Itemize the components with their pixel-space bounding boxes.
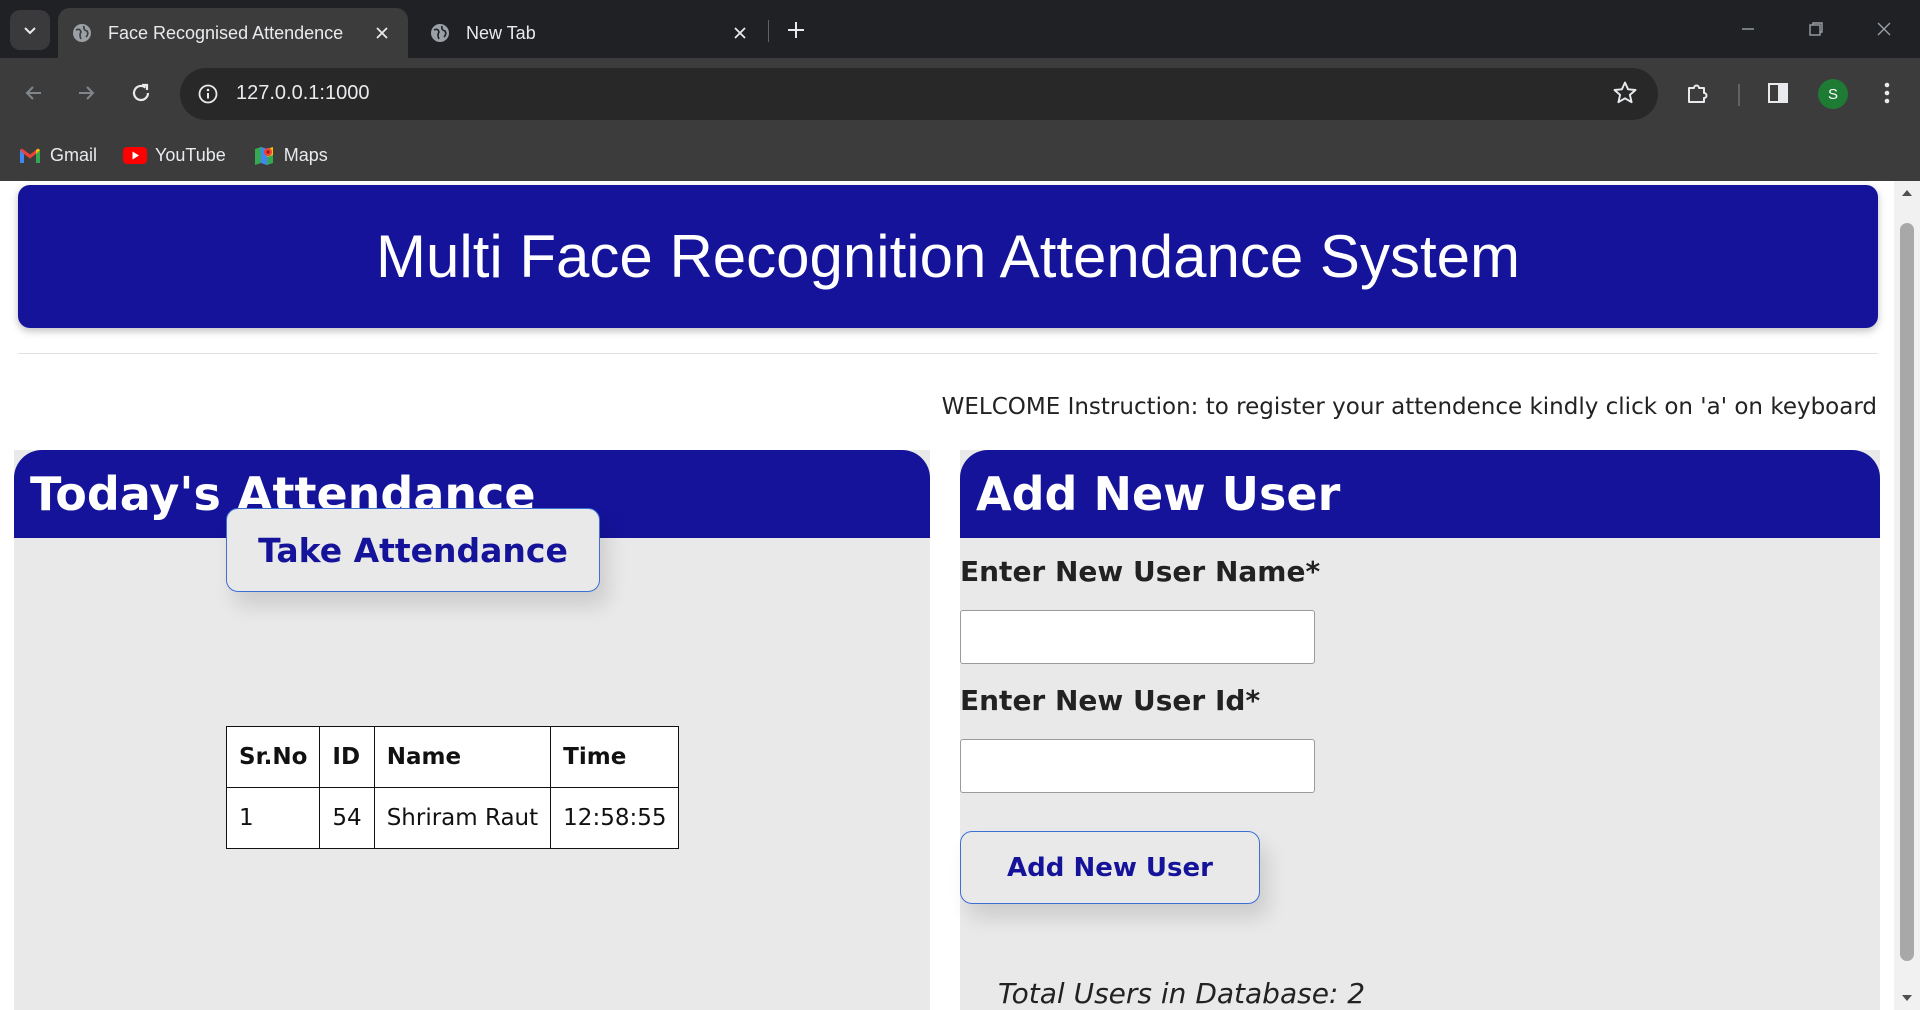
arrow-right-icon (79, 86, 95, 100)
close-tab-icon[interactable] (370, 21, 394, 45)
cell-time: 12:58:55 (550, 787, 680, 849)
scrollbar-thumb[interactable] (1900, 223, 1914, 961)
cell-id: 54 (319, 787, 375, 849)
bookmark-label: Gmail (50, 145, 98, 165)
browser-toolbar: 127.0.0.1:1000 S (0, 58, 1920, 130)
attendance-table: Sr.No ID Name Time 1 54 Shriram Raut 12:… (225, 726, 680, 849)
tab-title: Face Recognised Attendence (108, 22, 344, 43)
add-new-user-button[interactable]: Add New User (960, 831, 1260, 904)
divider (18, 353, 1878, 354)
profile-avatar[interactable]: S (1818, 79, 1848, 109)
tab-search-button[interactable] (10, 10, 50, 50)
site-info-icon[interactable] (192, 78, 224, 110)
column-header: Sr.No (225, 726, 321, 788)
forward-button[interactable] (68, 75, 104, 111)
arrow-left-icon (25, 86, 41, 100)
tab-strip: Face Recognised Attendence New Tab (0, 0, 1920, 58)
chevron-down-icon (24, 27, 36, 35)
welcome-instruction: WELCOME Instruction: to register your at… (941, 394, 1877, 420)
bookmarks-bar: Gmail YouTube Maps (0, 130, 1920, 181)
user-id-label: Enter New User Id* (960, 684, 1261, 717)
reload-icon (132, 83, 150, 102)
add-user-panel: Add New User (960, 450, 1880, 1010)
gmail-icon (18, 146, 42, 166)
table-row: 1 54 Shriram Raut 12:58:55 (225, 787, 680, 849)
page-title: Multi Face Recognition Attendance System (376, 223, 1520, 290)
plus-icon (788, 22, 804, 38)
page-viewport: Multi Face Recognition Attendance System… (0, 181, 1920, 1010)
browser-chrome: Face Recognised Attendence New Tab 127.0… (0, 0, 1920, 181)
side-panel-icon (1768, 83, 1788, 103)
extensions-button[interactable] (1680, 75, 1716, 111)
restore-icon (1809, 22, 1823, 36)
close-tab-icon[interactable] (728, 21, 752, 45)
total-users-text: Total Users in Database: 2 (998, 977, 1366, 1010)
user-name-input[interactable] (960, 610, 1315, 664)
cell-sr-no: 1 (225, 787, 321, 849)
page-scrollbar[interactable] (1894, 181, 1920, 1010)
tab-title: New Tab (466, 22, 536, 43)
maps-icon (252, 146, 276, 166)
more-vertical-icon (1884, 82, 1890, 104)
scroll-down-icon[interactable] (1901, 992, 1913, 1004)
toolbar-divider (1738, 84, 1740, 106)
column-header: Time (550, 726, 680, 788)
restore-button[interactable] (1788, 8, 1844, 50)
tab-face-recognised-attendence[interactable]: Face Recognised Attendence (58, 8, 408, 58)
column-header: Name (373, 726, 552, 788)
bookmark-label: YouTube (155, 145, 226, 165)
url-text[interactable]: 127.0.0.1:1000 (236, 82, 369, 105)
tab-new-tab[interactable]: New Tab (416, 8, 766, 58)
close-window-button[interactable] (1856, 8, 1912, 50)
puzzle-icon (1688, 84, 1708, 103)
reload-button[interactable] (123, 75, 159, 111)
cell-name: Shriram Raut (373, 787, 552, 849)
bookmark-youtube[interactable]: YouTube (123, 145, 226, 166)
youtube-icon (123, 146, 148, 166)
back-button[interactable] (16, 75, 52, 111)
user-name-label: Enter New User Name* (960, 555, 1321, 588)
column-header: ID (319, 726, 375, 788)
address-bar[interactable]: 127.0.0.1:1000 (180, 68, 1658, 120)
new-tab-button[interactable] (780, 14, 812, 46)
browser-menu-button[interactable] (1869, 75, 1905, 111)
take-attendance-button[interactable]: Take Attendance (226, 508, 600, 592)
page-title-banner: Multi Face Recognition Attendance System (18, 185, 1878, 328)
globe-icon (73, 24, 91, 42)
bookmark-gmail[interactable]: Gmail (18, 145, 97, 166)
table-header-row: Sr.No ID Name Time (225, 726, 680, 788)
add-user-heading: Add New User (960, 450, 1880, 538)
scroll-up-icon[interactable] (1901, 187, 1913, 199)
bookmark-label: Maps (283, 145, 328, 165)
minimize-icon (1742, 28, 1754, 30)
side-panel-button[interactable] (1760, 75, 1796, 111)
close-icon (1877, 22, 1891, 36)
bookmark-star-icon[interactable] (1612, 80, 1638, 110)
globe-icon (431, 24, 449, 42)
user-id-input[interactable] (960, 739, 1315, 793)
tab-separator (768, 20, 769, 42)
bookmark-maps[interactable]: Maps (252, 145, 328, 166)
minimize-button[interactable] (1720, 8, 1776, 50)
